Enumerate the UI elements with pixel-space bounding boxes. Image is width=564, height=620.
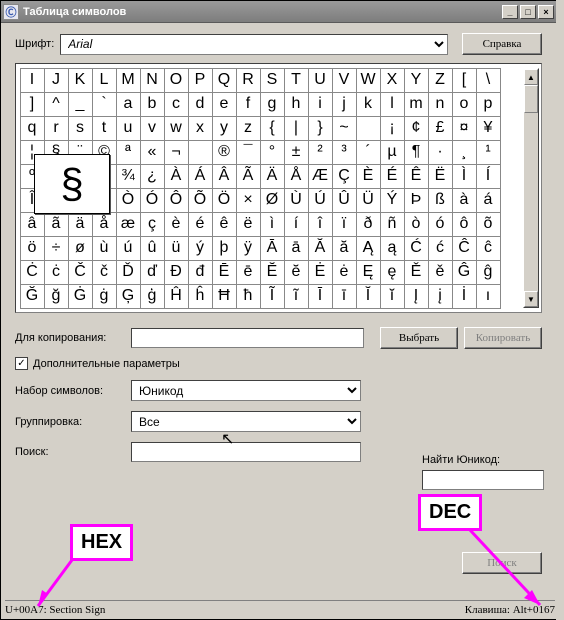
annotation-arrows — [0, 0, 564, 620]
